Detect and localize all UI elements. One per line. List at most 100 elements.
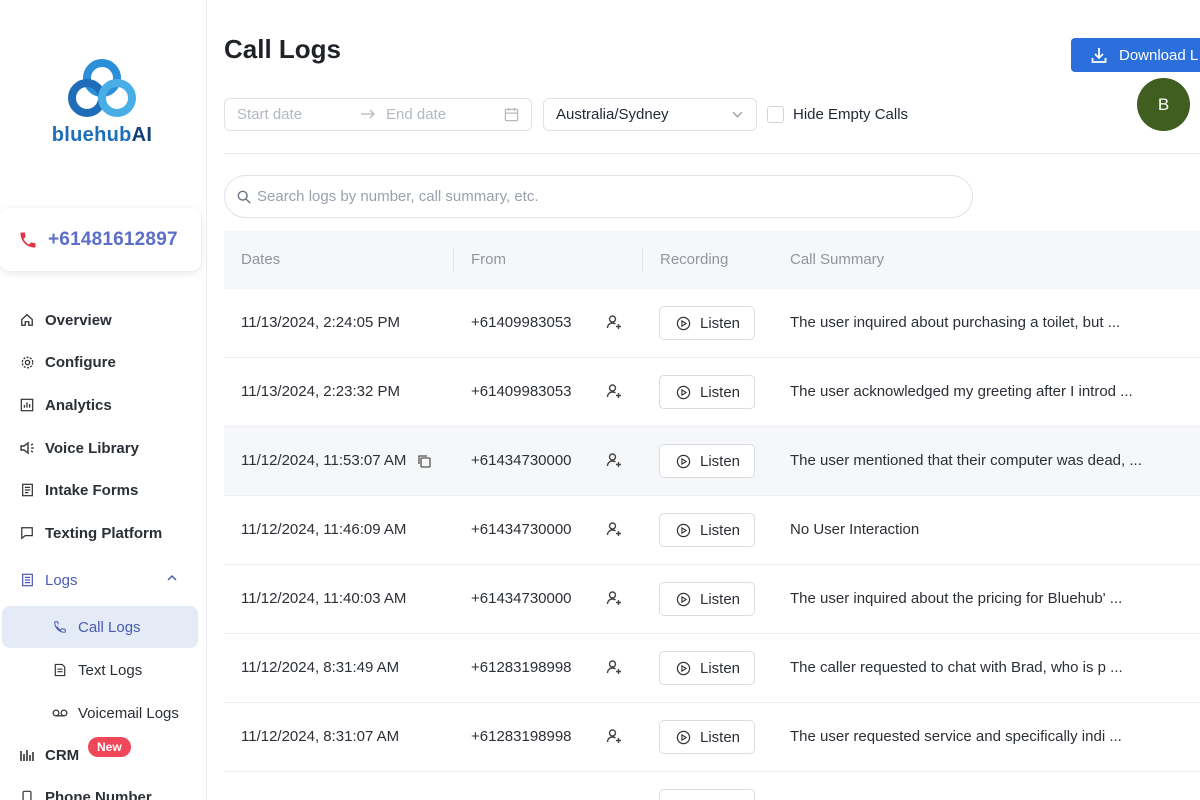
table-row[interactable]: 11/13/2024, 2:23:32 PM +61409983053 List… <box>224 358 1200 427</box>
timezone-value: Australia/Sydney <box>556 106 669 123</box>
home-icon <box>19 312 35 328</box>
column-header-from[interactable]: From <box>471 251 506 268</box>
phone-icon <box>20 232 36 247</box>
bar-chart-icon <box>19 397 35 413</box>
call-summary: The user requested service and specifica… <box>790 728 1122 745</box>
sidebar-item-texting-platform[interactable]: Texting Platform <box>0 513 200 553</box>
hide-empty-calls-label: Hide Empty Calls <box>793 106 909 123</box>
date-range-picker[interactable]: Start date End date <box>224 98 532 131</box>
listen-button[interactable]: Listen <box>659 582 755 616</box>
call-date: 11/13/2024, 2:23:32 PM <box>241 383 401 400</box>
phone-number-card[interactable]: +61481612897 <box>0 208 201 271</box>
add-contact-icon[interactable] <box>606 314 622 330</box>
chevron-down-icon <box>732 111 743 118</box>
message-icon <box>19 525 35 541</box>
end-date-input[interactable]: End date <box>386 106 446 123</box>
add-contact-icon[interactable] <box>606 521 622 537</box>
listen-label: Listen <box>700 590 741 608</box>
avatar[interactable]: B <box>1137 78 1190 131</box>
add-contact-icon[interactable] <box>606 383 622 399</box>
timezone-select[interactable]: Australia/Sydney <box>543 98 757 131</box>
listen-button[interactable]: Listen <box>659 306 755 340</box>
hide-empty-calls-toggle[interactable]: Hide Empty Calls <box>767 106 908 123</box>
page-title: Call Logs <box>224 34 342 64</box>
caller-number: +61409983053 <box>471 314 572 331</box>
call-summary: The user inquired about purchasing a toi… <box>790 314 1121 331</box>
column-header-call-summary[interactable]: Call Summary <box>790 251 884 268</box>
play-circle-icon <box>676 730 691 744</box>
table-row[interactable]: 11/12/2024, 11:40:03 AM +61434730000 Lis… <box>224 565 1200 634</box>
table-row[interactable]: 11/12/2024, 11:53:07 AM +61434730000 Lis… <box>224 427 1200 496</box>
listen-label: Listen <box>700 659 741 677</box>
start-date-input[interactable]: Start date <box>237 106 302 123</box>
sidebar-subitem-call-logs[interactable]: Call Logs <box>2 606 198 648</box>
column-separator <box>453 248 454 272</box>
listen-label: Listen <box>700 383 741 401</box>
sidebar-item-analytics[interactable]: Analytics <box>0 385 200 425</box>
caller-number: +61409983053 <box>471 383 572 400</box>
call-summary: The user acknowledged my greeting after … <box>790 383 1133 400</box>
sidebar-subitem-label: Voicemail Logs <box>78 704 179 722</box>
document-icon <box>52 662 68 678</box>
play-circle-icon <box>676 454 691 468</box>
table-row[interactable]: 11/12/2024, 11:46:09 AM +61434730000 Lis… <box>224 496 1200 565</box>
table-row[interactable]: 11/12/2024, 8:31:49 AM +61283198998 List… <box>224 634 1200 703</box>
call-logs-table: Dates From Recording Call Summary 11/13/… <box>224 231 1200 800</box>
table-row[interactable]: 11/13/2024, 2:24:05 PM +61409983053 List… <box>224 289 1200 358</box>
call-summary: The user mentioned that their computer w… <box>790 452 1142 469</box>
sidebar-subitem-text-logs[interactable]: Text Logs <box>2 649 198 691</box>
call-summary: The caller requested to chat with Brad, … <box>790 659 1123 676</box>
call-summary: No User Interaction <box>790 521 920 538</box>
sidebar-item-overview[interactable]: Overview <box>0 300 200 340</box>
phone-number-icon <box>19 789 35 800</box>
crm-icon <box>19 747 35 763</box>
sidebar: bluehubAI +61481612897 Overview Configur… <box>0 0 207 800</box>
calendar-icon <box>504 107 519 122</box>
copy-icon[interactable] <box>416 453 432 469</box>
search-icon <box>237 190 251 204</box>
column-header-dates[interactable]: Dates <box>241 251 280 268</box>
search-input[interactable] <box>257 188 937 205</box>
listen-button[interactable] <box>659 789 755 800</box>
column-header-recording[interactable]: Recording <box>660 251 728 268</box>
search-bar[interactable] <box>224 175 973 218</box>
table-row[interactable] <box>224 772 1200 800</box>
sidebar-item-label: Configure <box>45 353 116 371</box>
caller-number: +61283198998 <box>471 728 572 745</box>
listen-label: Listen <box>700 728 741 746</box>
voicemail-icon <box>52 705 68 721</box>
listen-label: Listen <box>700 314 741 332</box>
hide-empty-calls-checkbox[interactable] <box>767 106 784 123</box>
listen-label: Listen <box>700 521 741 539</box>
listen-button[interactable]: Listen <box>659 513 755 547</box>
listen-button[interactable]: Listen <box>659 720 755 754</box>
sidebar-item-intake-forms[interactable]: Intake Forms <box>0 470 200 510</box>
speaker-icon <box>19 440 35 456</box>
add-contact-icon[interactable] <box>606 590 622 606</box>
listen-button[interactable]: Listen <box>659 651 755 685</box>
sidebar-item-phone-number[interactable]: Phone Number <box>0 777 200 800</box>
download-icon <box>1091 47 1107 63</box>
brand-name-part1: bluehub <box>51 124 132 146</box>
add-contact-icon[interactable] <box>606 452 622 468</box>
caller-number: +61434730000 <box>471 521 572 538</box>
add-contact-icon[interactable] <box>606 659 622 675</box>
chevron-up-icon[interactable] <box>166 572 178 584</box>
sidebar-item-label: Analytics <box>45 396 112 414</box>
listen-button[interactable]: Listen <box>659 375 755 409</box>
sidebar-subitem-voicemail-logs[interactable]: Voicemail Logs <box>2 692 198 734</box>
gear-icon <box>19 354 35 370</box>
brand-logo[interactable]: bluehubAI <box>46 58 158 147</box>
app-root: bluehubAI +61481612897 Overview Configur… <box>0 0 1200 800</box>
sidebar-item-configure[interactable]: Configure <box>0 342 200 382</box>
sidebar-item-logs[interactable]: Logs <box>0 560 200 600</box>
add-contact-icon[interactable] <box>606 728 622 744</box>
sidebar-item-voice-library[interactable]: Voice Library <box>0 428 200 468</box>
call-date: 11/12/2024, 11:40:03 AM <box>241 590 407 607</box>
phone-number-text: +61481612897 <box>48 228 178 250</box>
sidebar-item-label: Texting Platform <box>45 524 163 542</box>
download-button[interactable]: Download L <box>1071 38 1200 72</box>
brand-name: bluehubAI <box>46 124 158 147</box>
listen-button[interactable]: Listen <box>659 444 755 478</box>
table-row[interactable]: 11/12/2024, 8:31:07 AM +61283198998 List… <box>224 703 1200 772</box>
